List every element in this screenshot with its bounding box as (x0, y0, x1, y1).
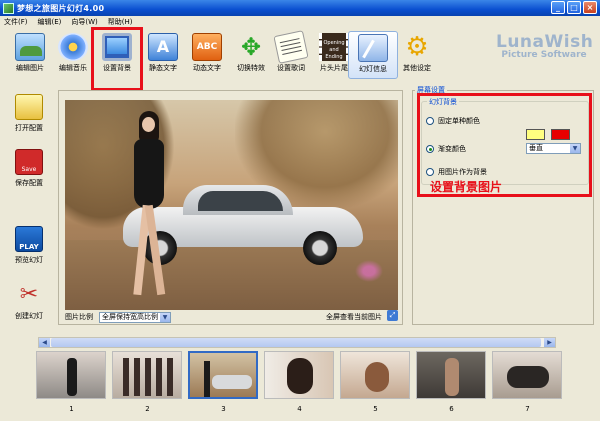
scroll-left-icon[interactable]: ◀ (39, 338, 50, 347)
preview-slideshow-icon: PLAY (15, 226, 43, 252)
open-config-button[interactable]: 打开配置 (4, 91, 54, 139)
dynamic-text-button[interactable]: ABC 动态文字 (182, 31, 232, 79)
fullscreen-icon: ⤢ (389, 311, 396, 319)
minimize-button[interactable]: _ (551, 1, 565, 14)
lyrics-icon (273, 30, 309, 64)
create-slideshow-icon: ✂ (19, 282, 39, 307)
static-text-button[interactable]: A 静态文字 (138, 31, 188, 79)
annotation-caption: 设置背景图片 (430, 180, 503, 194)
close-button[interactable]: × (583, 1, 597, 14)
watermark-stamp (355, 260, 383, 282)
slideshow-info-icon (358, 34, 388, 62)
slideshow-info-button[interactable]: 幻灯信息 (348, 31, 398, 79)
thumbnail-item[interactable]: 6 (416, 351, 487, 417)
thumbnail-item[interactable]: 3 (188, 351, 259, 417)
open-config-icon (15, 94, 43, 120)
menu-edit[interactable]: 编辑(E) (38, 17, 62, 27)
thumbnail-item[interactable]: 4 (264, 351, 335, 417)
model-graphic (125, 105, 171, 305)
preview-controls: 图片比例 全屏保持宽高比例 ▼ 全屏查看当前图片 ⤢ (65, 310, 398, 324)
window-title: 梦想之旅图片幻灯4.00 (17, 3, 105, 13)
transition-effect-icon: ✥ (240, 33, 262, 61)
thumbnail-item[interactable]: 1 (36, 351, 107, 417)
dynamic-text-icon: ABC (192, 33, 222, 61)
edit-music-icon (58, 33, 88, 61)
preview-slideshow-button[interactable]: PLAY 预览幻灯 (4, 223, 54, 271)
preview-panel: 图片比例 全屏保持宽高比例 ▼ 全屏查看当前图片 ⤢ (58, 90, 403, 325)
opening-ending-icon: Opening and Ending (319, 33, 349, 61)
fullscreen-button[interactable]: ⤢ (387, 310, 398, 321)
ratio-label: 图片比例 (65, 313, 93, 321)
menu-help[interactable]: 帮助(H) (108, 17, 133, 27)
scrollbar-thumb[interactable] (51, 338, 541, 347)
chevron-down-icon: ▼ (160, 312, 170, 322)
title-bar: 梦想之旅图片幻灯4.00 _ □ × (0, 0, 600, 16)
save-config-icon: Save (15, 149, 43, 175)
menu-wizard[interactable]: 向导(W) (71, 17, 97, 27)
app-icon (3, 2, 14, 14)
save-config-button[interactable]: Save 保存配置 (4, 146, 54, 194)
set-background-highlight (91, 27, 143, 91)
thumbnail-item[interactable]: 5 (340, 351, 411, 417)
other-settings-button[interactable]: ⚙ 其他设定 (392, 31, 442, 79)
static-text-icon: A (148, 33, 178, 61)
maximize-button[interactable]: □ (567, 1, 581, 14)
brand-logo: LunaWish Picture Software (496, 32, 594, 60)
thumbnail-strip: 1 2 3 4 5 6 7 (36, 351, 566, 417)
menu-file[interactable]: 文件(F) (4, 17, 28, 27)
other-settings-icon: ⚙ (405, 32, 429, 62)
create-slideshow-button[interactable]: ✂ 创建幻灯 (4, 279, 54, 327)
thumbnail-scrollbar[interactable]: ◀ ▶ (38, 337, 556, 348)
edit-picture-icon (15, 33, 45, 61)
preview-image (65, 100, 398, 310)
scroll-right-icon[interactable]: ▶ (544, 338, 555, 347)
thumbnail-item[interactable]: 2 (112, 351, 183, 417)
ratio-select[interactable]: 全屏保持宽高比例 ▼ (99, 311, 171, 323)
menu-bar: 文件(F) 编辑(E) 向导(W) 帮助(H) (0, 16, 600, 27)
fullscreen-label: 全屏查看当前图片 (326, 313, 382, 321)
thumbnail-item[interactable]: 7 (492, 351, 563, 417)
